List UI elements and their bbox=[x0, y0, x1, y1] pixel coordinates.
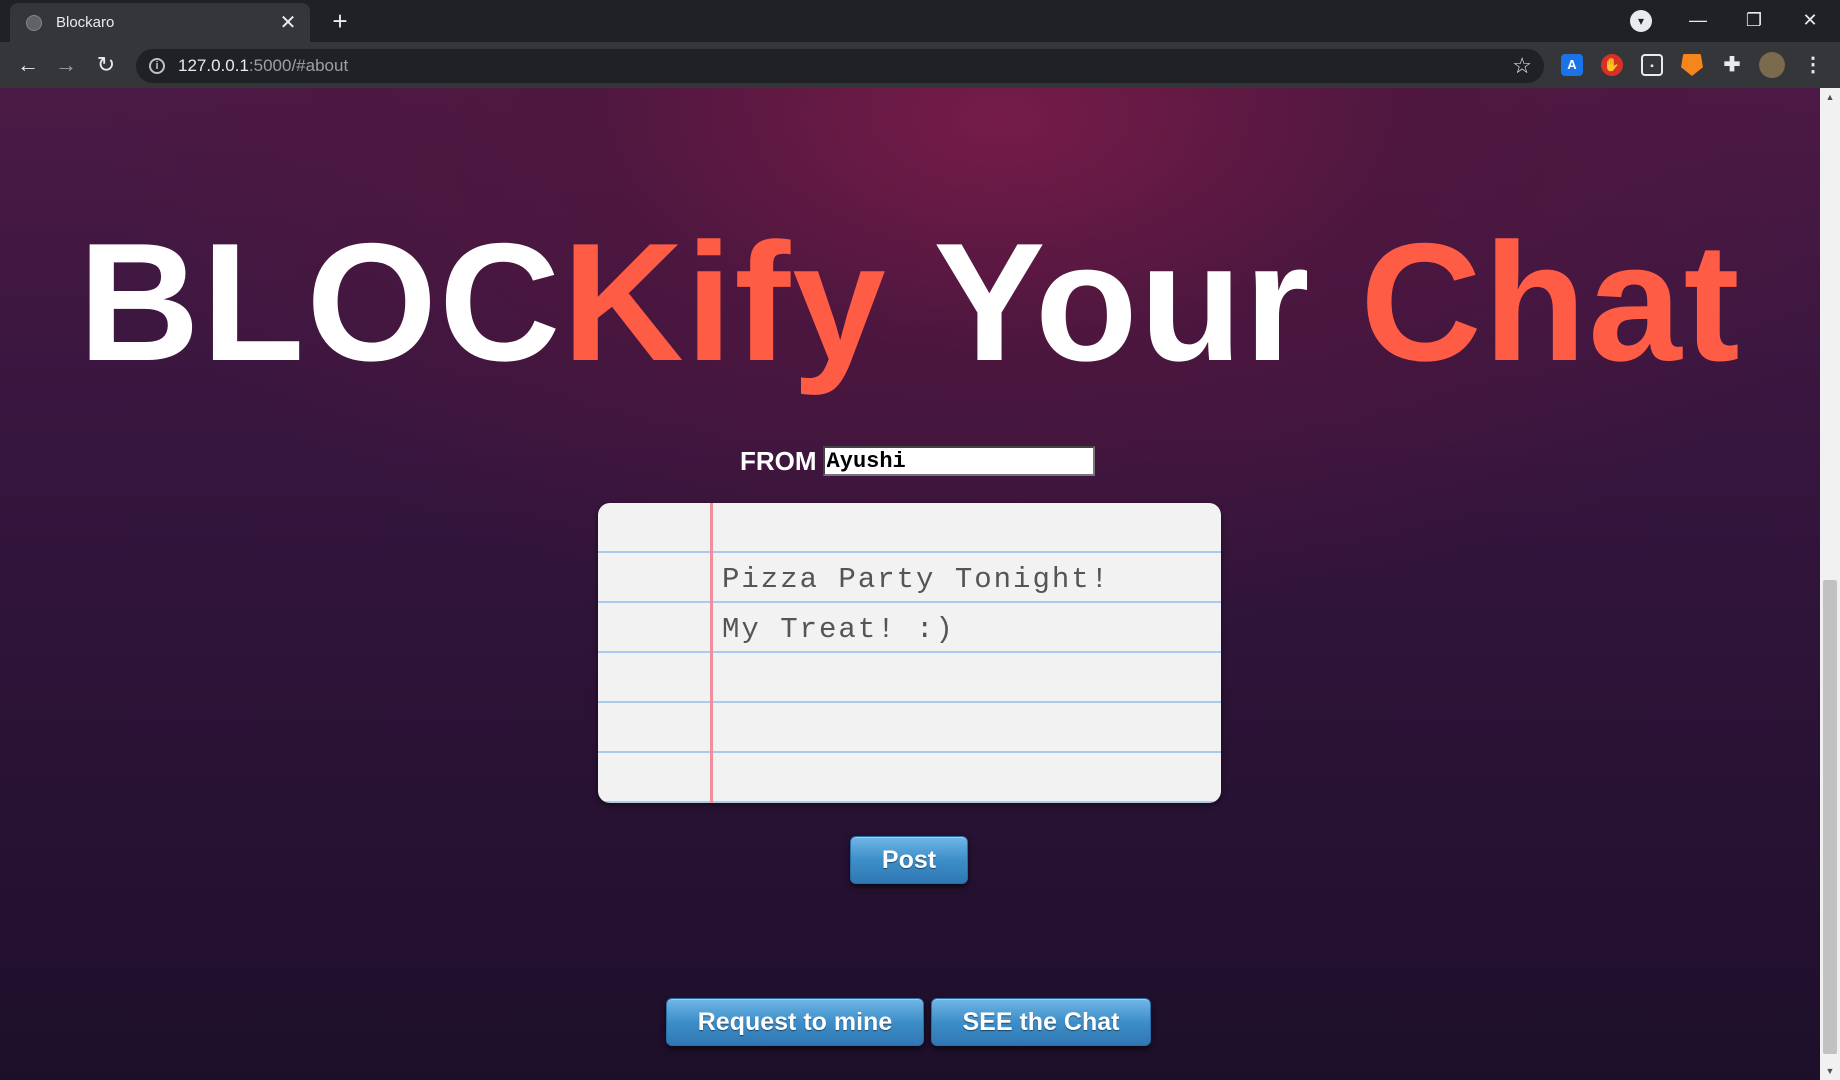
message-text: Pizza Party Tonight! My Treat! :) bbox=[722, 563, 1111, 646]
info-icon[interactable]: i bbox=[149, 58, 165, 74]
restore-button[interactable]: ❐ bbox=[1726, 4, 1782, 36]
hero-title: BLOCKify Your Chat bbox=[0, 206, 1820, 399]
adblock-extension-icon[interactable]: ✋ bbox=[1601, 54, 1623, 76]
page-content: BLOCKify Your Chat FROM Pizza Party Toni… bbox=[0, 88, 1820, 1080]
scroll-down-arrow-icon[interactable]: ▼ bbox=[1820, 1062, 1840, 1080]
scroll-thumb[interactable] bbox=[1823, 580, 1837, 1054]
minimize-button[interactable]: — bbox=[1670, 4, 1726, 36]
browser-tab-strip: Blockaro ✕ + ▾ — ❐ ✕ bbox=[0, 0, 1840, 42]
back-arrow-icon[interactable]: ← bbox=[12, 49, 44, 81]
see-the-chat-button[interactable]: SEE the Chat bbox=[931, 998, 1151, 1046]
browser-toolbar: ← → ↻ i 127.0.0.1:5000/#about ☆ A ✋ ▪ ✚ … bbox=[0, 42, 1840, 88]
extensions-puzzle-icon[interactable]: ✚ bbox=[1721, 54, 1743, 76]
tab-search-icon[interactable]: ▾ bbox=[1630, 10, 1652, 32]
hero-part-3: Your bbox=[887, 208, 1361, 396]
menu-dots-icon[interactable]: ⋮ bbox=[1802, 54, 1824, 76]
from-row: FROM bbox=[740, 444, 1095, 478]
new-tab-button[interactable]: + bbox=[325, 6, 355, 36]
hero-part-1: BLOC bbox=[78, 208, 563, 396]
picture-in-picture-icon[interactable]: ▪ bbox=[1641, 54, 1663, 76]
globe-icon bbox=[26, 14, 42, 31]
forward-arrow-icon[interactable]: → bbox=[50, 49, 82, 81]
scrollbar[interactable]: ▲ ▼ bbox=[1820, 88, 1840, 1080]
close-tab-icon[interactable]: ✕ bbox=[274, 10, 302, 35]
reload-icon[interactable]: ↻ bbox=[90, 49, 122, 81]
hero-part-2: Kify bbox=[562, 208, 888, 396]
from-input[interactable] bbox=[822, 446, 1095, 476]
profile-avatar[interactable] bbox=[1759, 52, 1785, 78]
browser-tab[interactable]: Blockaro ✕ bbox=[10, 3, 310, 42]
message-notepad[interactable]: Pizza Party Tonight! My Treat! :) bbox=[598, 503, 1221, 803]
url-host: 127.0.0.1 bbox=[178, 56, 249, 75]
hero-part-4: Chat bbox=[1360, 208, 1742, 396]
address-bar[interactable]: i 127.0.0.1:5000/#about ☆ bbox=[136, 49, 1544, 83]
scroll-up-arrow-icon[interactable]: ▲ bbox=[1820, 88, 1840, 106]
bookmark-star-icon[interactable]: ☆ bbox=[1512, 53, 1532, 79]
metamask-fox-icon[interactable] bbox=[1681, 54, 1703, 76]
tab-title: Blockaro bbox=[56, 14, 115, 31]
from-label: FROM bbox=[740, 445, 817, 476]
url-path: :5000/#about bbox=[248, 56, 349, 75]
close-window-button[interactable]: ✕ bbox=[1782, 4, 1838, 36]
url-text: 127.0.0.1:5000/#about bbox=[178, 56, 348, 76]
post-button[interactable]: Post bbox=[850, 836, 968, 884]
request-to-mine-button[interactable]: Request to mine bbox=[666, 998, 924, 1046]
translate-extension-icon[interactable]: A bbox=[1561, 54, 1583, 76]
